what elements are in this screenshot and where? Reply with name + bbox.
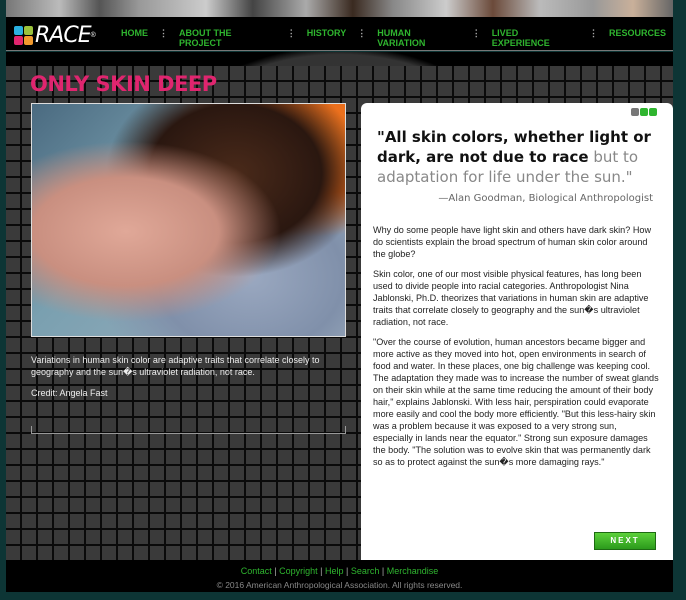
footer-copyright[interactable]: Copyright xyxy=(279,566,318,576)
registered-mark: ® xyxy=(90,32,96,39)
nav-about[interactable]: ABOUT THE PROJECT xyxy=(172,28,283,48)
nav-separator: ⋮ xyxy=(357,28,367,38)
photo-credit: Credit: Angela Fast xyxy=(31,388,108,398)
top-nav: RACE ® HOME ⋮ ABOUT THE PROJECT ⋮ HISTORY ⋮ … xyxy=(6,17,673,51)
nav-separator: ⋮ xyxy=(159,28,168,38)
logo-text: RACE xyxy=(35,23,92,48)
caption-divider xyxy=(31,426,346,434)
nav-separator: ⋮ xyxy=(588,28,598,38)
page-title: ONLY SKIN DEEP xyxy=(30,72,217,96)
footer-help[interactable]: Help xyxy=(325,566,344,576)
page-indicator xyxy=(631,108,657,116)
footer-contact[interactable]: Contact xyxy=(241,566,272,576)
footer-search[interactable]: Search xyxy=(351,566,380,576)
copyright-text: © 2016 American Anthropological Associat… xyxy=(216,580,463,590)
paragraph: "Over the course of evolution, human anc… xyxy=(373,337,659,467)
paragraph: Skin color, one of our most visible phys… xyxy=(373,269,649,327)
article-body: Why do some people have light skin and o… xyxy=(373,224,659,476)
nav-resources[interactable]: RESOURCES xyxy=(602,28,673,48)
page-dot[interactable] xyxy=(631,108,639,116)
next-button[interactable]: NEXT xyxy=(594,532,656,550)
nav-separator: ⋮ xyxy=(471,28,481,38)
main-content: ONLY SKIN DEEP Variations in human skin … xyxy=(6,52,673,560)
race-logo[interactable]: RACE ® xyxy=(14,23,96,48)
footer: Contact | Copyright | Help | Search | Me… xyxy=(6,560,673,592)
quote-attribution: —Alan Goodman, Biological Anthropologist xyxy=(438,193,653,204)
pull-quote: "All skin colors, whether light or dark,… xyxy=(377,127,657,187)
nav-home[interactable]: HOME xyxy=(114,28,155,48)
page-dot[interactable] xyxy=(649,108,657,116)
photo-caption: Variations in human skin color are adapt… xyxy=(31,355,320,377)
faces-banner xyxy=(6,0,673,17)
nav-history[interactable]: HISTORY xyxy=(300,28,354,48)
nav-separator: ⋮ xyxy=(286,28,296,38)
page-dot[interactable] xyxy=(640,108,648,116)
nav-lived-experience[interactable]: LIVED EXPERIENCE xyxy=(485,28,585,48)
article-panel: "All skin colors, whether light or dark,… xyxy=(361,103,673,560)
paragraph: Why do some people have light skin and o… xyxy=(373,225,652,259)
logo-squares-icon xyxy=(14,26,33,45)
footer-merchandise[interactable]: Merchandise xyxy=(387,566,439,576)
mother-baby-photo xyxy=(31,103,346,337)
nav-human-variation[interactable]: HUMAN VARIATION xyxy=(370,28,467,48)
